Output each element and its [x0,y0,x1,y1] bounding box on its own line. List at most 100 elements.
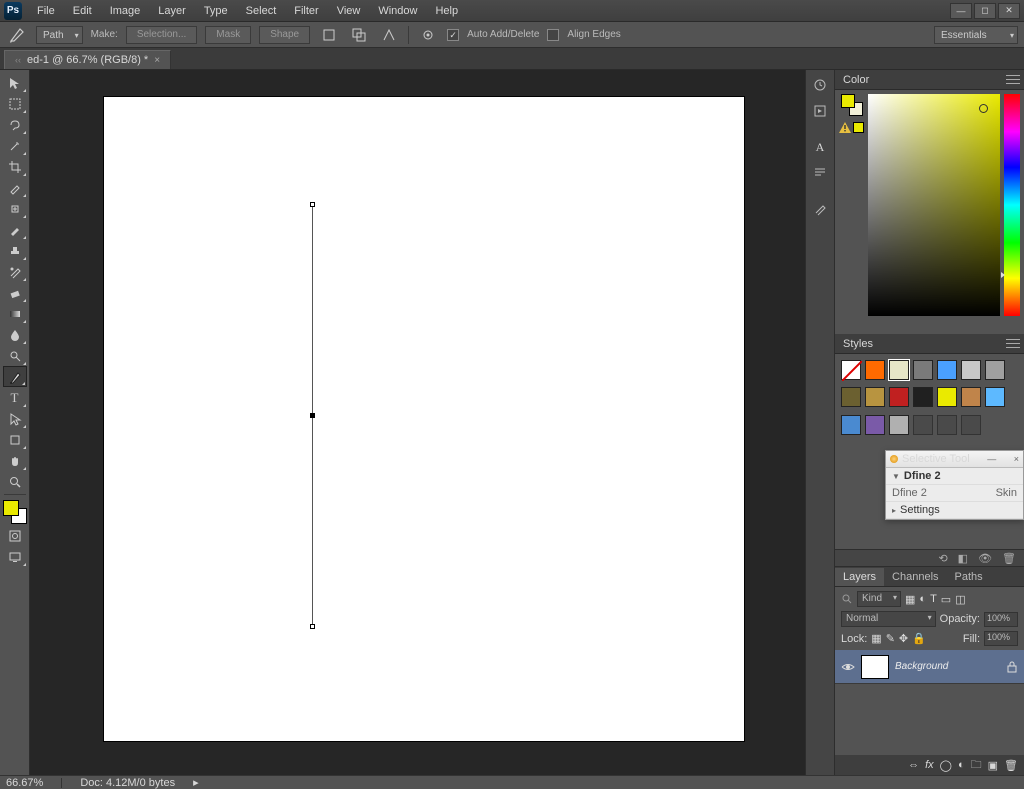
style-swatch[interactable] [889,387,909,407]
style-swatch[interactable] [961,360,981,380]
hue-slider[interactable] [1004,94,1020,316]
anchor-point-middle[interactable] [310,413,315,418]
trash-small-icon[interactable]: 🗑 [1002,552,1016,565]
style-swatch[interactable] [913,387,933,407]
blur-tool[interactable] [3,324,27,345]
brush-panel-icon[interactable] [808,198,832,220]
style-swatch[interactable] [841,387,861,407]
style-swatch[interactable] [865,387,885,407]
filter-smart-icon[interactable]: ◫ [955,593,965,606]
document-tab[interactable]: ‹‹ ed-1 @ 66.7% (RGB/8) * × [4,50,171,69]
crop-tool[interactable] [3,156,27,177]
foreground-background-swatch[interactable] [2,499,28,525]
color-panel-tab[interactable]: Color [835,70,1024,90]
selective-row-dfine[interactable]: ▼Dfine 2 [886,468,1023,485]
filter-type-icon[interactable]: T [930,593,937,605]
add-mask-icon[interactable]: ◯ [940,759,952,772]
foreground-color-swatch[interactable] [3,500,19,516]
lock-pixels-icon[interactable]: ✎ [886,632,895,645]
magic-wand-tool[interactable] [3,135,27,156]
pen-tool[interactable] [3,366,27,387]
saturation-value-picker[interactable] [868,94,1000,316]
layer-lock-icon[interactable] [1006,661,1018,673]
menu-image[interactable]: Image [101,2,150,20]
make-shape-button[interactable]: Shape [259,26,310,44]
menu-filter[interactable]: Filter [285,2,327,20]
style-swatch[interactable] [961,387,981,407]
close-tab-icon[interactable]: × [154,55,160,66]
selective-row-sub[interactable]: Dfine 2Skin [886,485,1023,502]
sv-indicator[interactable] [979,104,988,113]
style-swatch[interactable] [913,415,933,435]
styles-panel-tab[interactable]: Styles [835,334,1024,354]
paragraph-panel-icon[interactable] [808,162,832,184]
style-swatch[interactable] [937,360,957,380]
layer-thumbnail[interactable] [861,655,889,679]
document-canvas[interactable] [104,97,744,741]
pen-tool-indicator[interactable] [6,24,28,46]
history-panel-icon[interactable] [808,74,832,96]
layer-name[interactable]: Background [895,661,948,672]
filter-kind-dropdown[interactable]: Kind [857,591,901,607]
style-swatch[interactable] [865,415,885,435]
color-swatch-pair[interactable] [841,94,863,116]
quick-mask-toggle[interactable] [3,525,27,546]
anchor-point-bottom[interactable] [310,624,315,629]
style-swatch[interactable] [913,360,933,380]
selective-tool-window[interactable]: Selective Tool — × ▼Dfine 2 Dfine 2Skin … [885,450,1024,520]
style-swatch[interactable] [937,387,957,407]
filter-adjust-icon[interactable]: ◐ [919,593,926,605]
style-swatch[interactable] [865,360,885,380]
new-group-icon[interactable]: 🗀 [971,756,982,775]
menu-edit[interactable]: Edit [64,2,101,20]
status-doc-size[interactable]: Doc: 4.12M/0 bytes [80,777,175,789]
canvas-area[interactable] [30,70,805,775]
menu-view[interactable]: View [328,2,370,20]
channels-tab[interactable]: Channels [884,568,946,586]
history-brush-tool[interactable] [3,261,27,282]
lasso-tool[interactable] [3,114,27,135]
websafe-swatch[interactable] [853,122,864,133]
style-swatch[interactable] [841,360,861,380]
layer-fx-icon[interactable]: fx [925,759,934,771]
style-swatch[interactable] [985,360,1005,380]
reset-icon[interactable]: ⟲ [938,552,947,565]
make-mask-button[interactable]: Mask [205,26,251,44]
style-swatch[interactable] [961,415,981,435]
anchor-point-top[interactable] [310,202,315,207]
status-arrow-icon[interactable]: ▸ [193,776,199,789]
make-selection-button[interactable]: Selection... [126,26,197,44]
menu-window[interactable]: Window [369,2,426,20]
style-swatch[interactable] [985,387,1005,407]
menu-type[interactable]: Type [195,2,237,20]
style-swatch[interactable] [889,360,909,380]
path-align-icon[interactable] [378,25,400,45]
opacity-input[interactable]: 100% [984,612,1018,627]
status-zoom[interactable]: 66.67% [6,777,43,789]
screen-mode-toggle[interactable] [3,546,27,567]
hue-indicator[interactable] [1001,272,1005,278]
lock-transparency-icon[interactable]: ▦ [871,632,881,645]
selective-row-settings[interactable]: ▸Settings [886,502,1023,519]
move-tool[interactable] [3,72,27,93]
layers-tab[interactable]: Layers [835,568,884,586]
character-panel-icon[interactable]: A [808,136,832,158]
fill-input[interactable]: 100% [984,631,1018,646]
eraser-tool[interactable] [3,282,27,303]
workspace-dropdown[interactable]: Essentials [934,26,1018,44]
selective-minimize-icon[interactable]: — [987,454,996,464]
link-layers-icon[interactable]: ⇔ [908,759,919,771]
maximize-button[interactable]: ◻ [974,3,996,19]
filter-shape-icon[interactable]: ▭ [941,593,951,606]
color-panel-menu-icon[interactable] [1006,73,1020,85]
actions-panel-icon[interactable] [808,100,832,122]
gradient-tool[interactable] [3,303,27,324]
type-tool[interactable]: T [3,387,27,408]
new-layer-icon[interactable]: ▣ [988,759,998,772]
auto-add-delete-checkbox[interactable] [447,29,459,41]
path-op-combine-icon[interactable] [348,25,370,45]
delete-layer-icon[interactable]: 🗑 [1004,759,1018,772]
healing-tool[interactable] [3,198,27,219]
mode-dropdown[interactable]: Path [36,26,83,44]
menu-select[interactable]: Select [237,2,286,20]
